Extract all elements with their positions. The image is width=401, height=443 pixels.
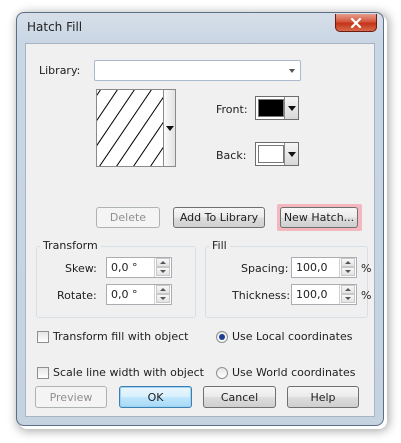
chevron-down-icon bbox=[288, 152, 296, 157]
thickness-value: 100,0 bbox=[296, 288, 328, 301]
radio-selected-dot bbox=[219, 334, 225, 340]
world-coords-radio[interactable] bbox=[216, 367, 228, 379]
ok-button[interactable]: OK bbox=[119, 386, 192, 408]
spacing-input[interactable]: 100,0 bbox=[291, 257, 357, 278]
thickness-unit: % bbox=[361, 289, 372, 302]
chevron-down-icon bbox=[288, 106, 296, 111]
transform-fill-label: Transform fill with object bbox=[53, 330, 189, 343]
skew-label: Skew: bbox=[65, 262, 97, 275]
world-coords-label: Use World coordinates bbox=[232, 366, 356, 379]
rotate-value: 0,0 ° bbox=[111, 288, 138, 301]
rotate-decrement[interactable] bbox=[156, 294, 170, 303]
front-color-picker[interactable] bbox=[255, 96, 299, 120]
skew-value: 0,0 ° bbox=[111, 261, 138, 274]
fill-title: Fill bbox=[209, 239, 230, 252]
rotate-increment[interactable] bbox=[156, 285, 170, 294]
transform-title: Transform bbox=[40, 239, 101, 252]
cancel-button[interactable]: Cancel bbox=[203, 386, 276, 408]
add-to-library-button[interactable]: Add To Library bbox=[173, 207, 265, 228]
scale-line-label: Scale line width with object bbox=[53, 366, 204, 379]
diagonal-hatch-icon bbox=[97, 90, 163, 166]
thickness-input[interactable]: 100,0 bbox=[291, 284, 357, 305]
thickness-label: Thickness: bbox=[232, 289, 291, 302]
dialog-body: Library: Front: Back: Delete Add To Libr… bbox=[25, 43, 375, 417]
close-icon bbox=[350, 17, 362, 28]
hatch-preview bbox=[96, 89, 164, 167]
close-button[interactable] bbox=[335, 14, 377, 32]
transform-fill-checkbox[interactable] bbox=[37, 331, 49, 343]
rotate-label: Rotate: bbox=[57, 289, 97, 302]
spacing-decrement[interactable] bbox=[341, 267, 355, 276]
library-label: Library: bbox=[39, 64, 81, 77]
chevron-down-icon bbox=[166, 126, 174, 131]
dialog-title: Hatch Fill bbox=[27, 20, 83, 34]
pattern-dropdown-button[interactable] bbox=[163, 89, 176, 167]
preview-button[interactable]: Preview bbox=[35, 386, 107, 408]
spacing-increment[interactable] bbox=[341, 258, 355, 267]
front-color-dropdown[interactable] bbox=[284, 97, 298, 119]
chevron-down-icon bbox=[289, 69, 295, 73]
delete-button[interactable]: Delete bbox=[96, 207, 160, 228]
back-color-picker[interactable] bbox=[255, 142, 299, 166]
spacing-unit: % bbox=[361, 262, 372, 275]
spacing-value: 100,0 bbox=[296, 261, 328, 274]
spacing-label: Spacing: bbox=[241, 262, 289, 275]
thickness-decrement[interactable] bbox=[341, 294, 355, 303]
local-coords-radio[interactable] bbox=[216, 331, 228, 343]
back-label: Back: bbox=[216, 149, 247, 162]
rotate-input[interactable]: 0,0 ° bbox=[106, 284, 172, 305]
back-color-dropdown[interactable] bbox=[284, 143, 298, 165]
skew-input[interactable]: 0,0 ° bbox=[106, 257, 172, 278]
hatch-fill-dialog: Hatch Fill Library: Front: Back: Delete … bbox=[16, 12, 384, 426]
back-color-swatch bbox=[258, 145, 284, 163]
scale-line-checkbox[interactable] bbox=[37, 367, 49, 379]
skew-decrement[interactable] bbox=[156, 267, 170, 276]
skew-increment[interactable] bbox=[156, 258, 170, 267]
thickness-increment[interactable] bbox=[341, 285, 355, 294]
local-coords-label: Use Local coordinates bbox=[232, 330, 353, 343]
new-hatch-button[interactable]: New Hatch... bbox=[280, 207, 358, 228]
library-dropdown[interactable] bbox=[94, 60, 301, 81]
front-color-swatch bbox=[258, 99, 284, 117]
help-button[interactable]: Help bbox=[287, 386, 359, 408]
front-label: Front: bbox=[216, 103, 248, 116]
